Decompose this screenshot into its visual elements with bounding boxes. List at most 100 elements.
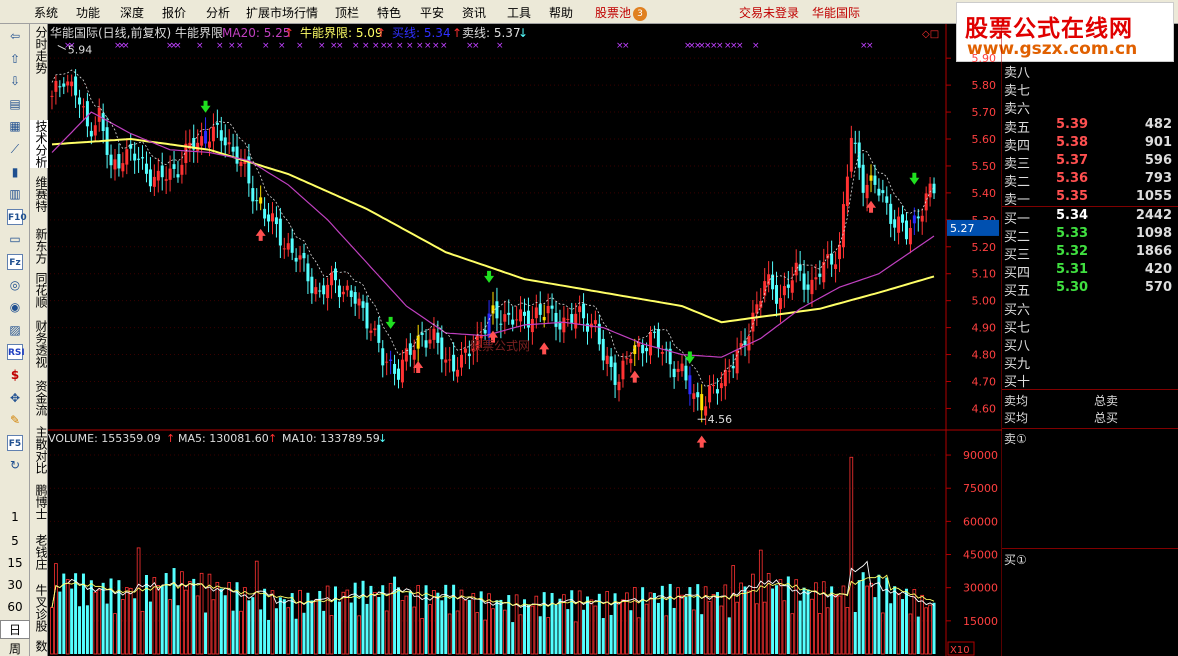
sort-icon[interactable]: ▤ (7, 96, 23, 112)
circle-icon[interactable]: ◉ (7, 299, 23, 315)
ask-row[interactable]: 卖七 (1002, 80, 1178, 99)
volume-bar (656, 602, 660, 654)
side-tab-11[interactable]: 数 (30, 640, 48, 652)
menu-item-2[interactable]: 深度 (120, 4, 144, 21)
table-icon[interactable]: ▦ (7, 118, 23, 134)
candle-body (322, 285, 326, 295)
stock-pool-menu[interactable]: 股票池 3 (595, 4, 648, 21)
chart2-icon[interactable]: ▨ (7, 322, 23, 338)
side-tab-9[interactable]: 老钱庄 (30, 534, 48, 570)
menu-item-10[interactable]: 工具 (507, 4, 531, 21)
period-button-0[interactable]: 1 (0, 510, 30, 524)
bid-row[interactable]: 买八 (1002, 335, 1178, 354)
volume-bar (187, 581, 192, 655)
side-tab-7[interactable]: 主散对比 (30, 426, 48, 474)
move-icon[interactable]: ✥ (7, 390, 23, 406)
menu-item-9[interactable]: 资讯 (462, 4, 486, 21)
period-button-6[interactable]: 周 (0, 640, 30, 656)
period-button-1[interactable]: 5 (0, 534, 30, 548)
side-tab-1[interactable]: 技术分析 (30, 120, 48, 168)
candle-body (306, 263, 310, 282)
left-arrow-icon[interactable]: ⇦ (7, 28, 23, 44)
menu-item-5[interactable]: 扩展市场行情 (246, 4, 318, 21)
volume-bar (688, 587, 692, 654)
bid-row[interactable]: 买四 5.31 420 (1002, 262, 1178, 281)
signal-x-mark: × (496, 41, 504, 51)
dollar-icon[interactable]: $ (7, 367, 23, 383)
side-tab-3[interactable]: 新东方 (30, 228, 48, 264)
side-tab-2[interactable]: 维赛特 (30, 176, 48, 212)
ask-row[interactable]: 卖二 5.36 793 (1002, 171, 1178, 190)
candle-body (467, 353, 471, 357)
volume-bar (818, 613, 822, 655)
candle-body (109, 154, 113, 166)
f9-icon[interactable]: ◎ (7, 277, 23, 293)
menu-item-7[interactable]: 特色 (377, 4, 401, 21)
period-button-5[interactable]: 日 (0, 620, 30, 639)
volume-bar (523, 599, 526, 654)
menu-item-8[interactable]: 平安 (420, 4, 444, 21)
ask-row[interactable]: 卖三 5.37 596 (1002, 153, 1178, 172)
candle-body (924, 193, 928, 211)
candle-body (491, 305, 495, 314)
menu-item-3[interactable]: 报价 (162, 4, 186, 21)
candle-body (381, 348, 385, 366)
candle-body (676, 368, 680, 372)
refresh-icon[interactable]: ↻ (7, 457, 23, 473)
ask-row[interactable]: 卖五 5.39 482 (1002, 117, 1178, 136)
bid-row[interactable]: 买二 5.33 1098 (1002, 226, 1178, 245)
pen-icon[interactable]: ✎ (7, 412, 23, 428)
bid-row[interactable]: 买九 (1002, 353, 1178, 372)
ask-row[interactable]: 卖六 (1002, 98, 1178, 117)
menu-item-1[interactable]: 功能 (76, 4, 100, 21)
side-tab-4[interactable]: 同花顺 (30, 272, 48, 308)
period-button-2[interactable]: 15 (0, 556, 30, 570)
candle-body (712, 385, 716, 387)
period-button-3[interactable]: 30 (0, 578, 30, 592)
side-tab-10[interactable]: 牛叉诊股 (30, 584, 48, 632)
menu-item-11[interactable]: 帮助 (549, 4, 573, 21)
up-arrow-icon[interactable]: ⇧ (7, 51, 23, 67)
menu-item-0[interactable]: 系统 (34, 4, 58, 21)
rsi-icon[interactable]: RSI (7, 344, 25, 361)
menu-item-6[interactable]: 顶栏 (335, 4, 359, 21)
sell-queue-label[interactable]: 卖① (1004, 430, 1027, 447)
f11-icon[interactable]: ▭ (7, 231, 23, 247)
side-tab-6[interactable]: 资金流 (30, 380, 48, 416)
line-chart-icon[interactable]: ⟋ (7, 141, 23, 157)
stock-name-link[interactable]: 华能国际 (812, 4, 860, 21)
ask-row[interactable]: 卖四 5.38 901 (1002, 135, 1178, 154)
menu-item-4[interactable]: 分析 (206, 4, 230, 21)
bid-row[interactable]: 买五 5.30 570 (1002, 280, 1178, 299)
side-tab-0[interactable]: 分时走势 (30, 26, 48, 74)
bid-row[interactable]: 买六 (1002, 299, 1178, 318)
volume-bar (483, 619, 487, 655)
volume-bar (920, 594, 925, 655)
bid-row[interactable]: 买三 5.32 1866 (1002, 244, 1178, 263)
candle-icon[interactable]: ▮ (7, 164, 23, 180)
signal-x-mark: × (424, 41, 432, 51)
volume-bar (830, 586, 834, 654)
price-tick-label: 4.60 (972, 402, 997, 415)
book-level-volume: 1055 (1135, 189, 1172, 205)
ask-row[interactable]: 卖一 5.35 1055 (1002, 189, 1178, 208)
side-tab-5[interactable]: 财务透视 (30, 320, 48, 368)
ask-row[interactable]: 卖八 (1002, 62, 1178, 81)
f5-icon[interactable]: F5 (7, 434, 23, 451)
bid-row[interactable]: 买十 (1002, 371, 1178, 390)
side-tab-8[interactable]: 鹏博士 (30, 484, 48, 520)
bid-row[interactable]: 买一 5.34 2442 (1002, 208, 1178, 227)
volume-bar (144, 575, 148, 654)
volume-bar (672, 607, 676, 654)
period-button-4[interactable]: 60 (0, 600, 30, 614)
bid-row[interactable]: 买七 (1002, 317, 1178, 336)
candle-body (389, 359, 393, 362)
grid-icon[interactable]: ▥ (7, 186, 23, 202)
candle-body (617, 381, 621, 391)
login-status[interactable]: 交易未登录 (739, 4, 799, 21)
fz-icon[interactable]: Fz (7, 254, 23, 270)
down-arrow-icon[interactable]: ⇩ (7, 73, 23, 89)
candle-body (798, 264, 802, 271)
buy-queue-label[interactable]: 买① (1004, 551, 1027, 568)
f10-icon[interactable]: F10 (7, 208, 27, 225)
